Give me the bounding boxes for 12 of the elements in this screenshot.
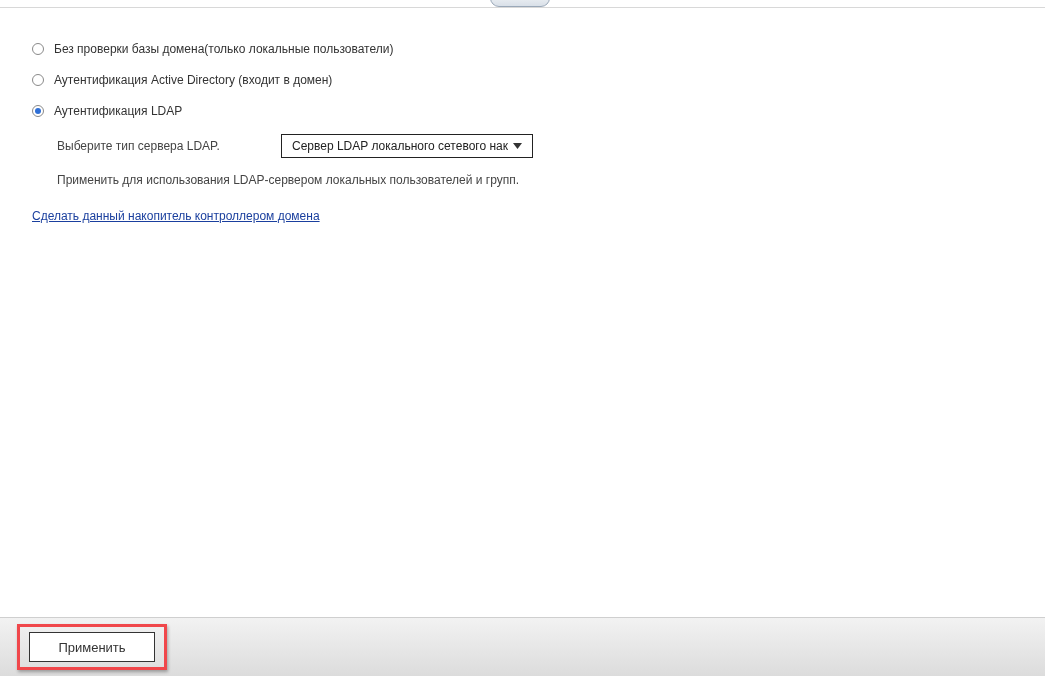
radio-label: Аутентификация Active Directory (входит в домен) bbox=[54, 72, 333, 87]
radio-button[interactable] bbox=[32, 73, 44, 86]
radio-button[interactable] bbox=[32, 42, 44, 55]
radio-label: Без проверки базы домена(только локальные пользователи) bbox=[54, 41, 394, 56]
apply-button[interactable]: Применить bbox=[29, 632, 155, 662]
radio-label: Аутентификация LDAP bbox=[54, 103, 183, 118]
caret-icon bbox=[513, 142, 522, 149]
server-type-dropdown[interactable]: Сервер LDAP локального сетевого нак bbox=[281, 133, 533, 158]
server-type-label: Выберите тип сервера LDAP. bbox=[57, 138, 221, 153]
ldap-note: Применить для использования LDAP-сервером локальных пользователей и групп. bbox=[57, 173, 521, 189]
domain-controller-link[interactable]: Сделать данный накопитель контроллером домена bbox=[32, 209, 320, 223]
radio-button[interactable] bbox=[32, 104, 44, 117]
